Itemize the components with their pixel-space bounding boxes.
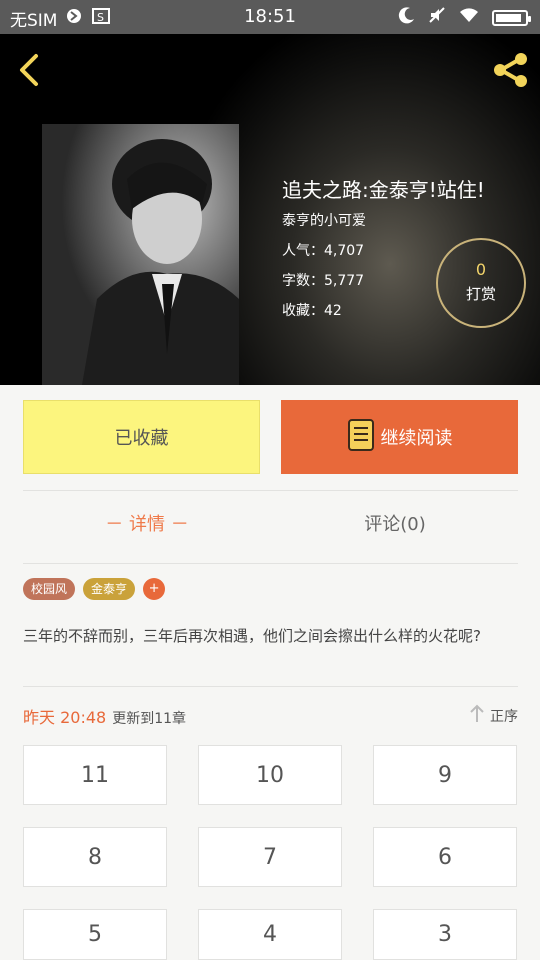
divider <box>23 490 518 491</box>
chapter-button[interactable]: 10 <box>198 745 342 805</box>
chevron-left-icon <box>20 54 38 86</box>
chapter-button[interactable]: 4 <box>198 909 342 960</box>
chapter-button[interactable]: 5 <box>23 909 167 960</box>
chapter-button[interactable]: 11 <box>23 745 167 805</box>
chapter-button[interactable]: 7 <box>198 827 342 887</box>
reward-button[interactable]: 0 打赏 <box>436 238 526 328</box>
chapter-button[interactable]: 9 <box>373 745 517 805</box>
tab-comments[interactable]: 评论(0) <box>271 510 519 536</box>
tag-list: 校园风 金泰亨 + <box>23 578 166 600</box>
update-info: 昨天 20:48 更新到11章 <box>23 704 186 728</box>
back-button[interactable] <box>12 50 48 90</box>
chapter-button[interactable]: 6 <box>373 827 517 887</box>
share-icon <box>494 53 527 87</box>
book-description: 三年的不辞而别，三年后再次相遇，他们之间会擦出什么样的火花呢? <box>23 627 481 645</box>
favorited-button[interactable]: 已收藏 <box>23 400 260 474</box>
book-title: 追夫之路:金泰亨!站住! <box>282 178 485 202</box>
status-bar: 无SIM S 18:51 <box>0 0 540 34</box>
wifi-icon <box>458 6 480 29</box>
author-name[interactable]: 泰亨的小可爱 <box>282 210 366 230</box>
tab-detail[interactable]: － 详情 － <box>23 510 271 536</box>
battery-icon <box>492 9 531 26</box>
favorited-label: 已收藏 <box>114 428 169 449</box>
tag-chip[interactable]: 校园风 <box>23 578 76 600</box>
book-header: 追夫之路:金泰亨!站住! 泰亨的小可爱 人气：4,707 字数：5,777 收藏… <box>0 34 540 385</box>
divider <box>23 686 518 687</box>
word-count-stat: 字数：5,777 <box>282 273 365 289</box>
chapter-button[interactable]: 3 <box>373 909 517 960</box>
continue-reading-label: 继续阅读 <box>380 428 453 449</box>
continue-reading-button[interactable]: 继续阅读 <box>281 400 518 474</box>
moon-icon <box>398 6 416 29</box>
favorites-stat: 收藏：42 <box>282 303 342 319</box>
sort-label: 正序 <box>490 709 518 725</box>
tag-chip[interactable]: 金泰亨 <box>83 578 136 600</box>
chapter-button[interactable]: 8 <box>23 827 167 887</box>
book-cover[interactable] <box>42 124 239 385</box>
cover-portrait-image <box>42 124 239 385</box>
battery-fill <box>496 13 521 22</box>
add-tag-button[interactable]: + <box>143 578 166 600</box>
reward-count: 0 <box>475 260 487 279</box>
popularity-stat: 人气：4,707 <box>282 243 365 259</box>
update-chapter: 更新到11章 <box>112 711 187 727</box>
mute-icon <box>428 6 446 29</box>
divider <box>23 563 518 564</box>
book-icon <box>347 418 375 457</box>
arrow-up-icon <box>468 704 486 728</box>
update-time: 昨天 20:48 <box>23 708 107 727</box>
sort-button[interactable]: 正序 <box>468 704 518 728</box>
reward-label: 打赏 <box>465 285 496 303</box>
share-button[interactable] <box>490 50 530 90</box>
